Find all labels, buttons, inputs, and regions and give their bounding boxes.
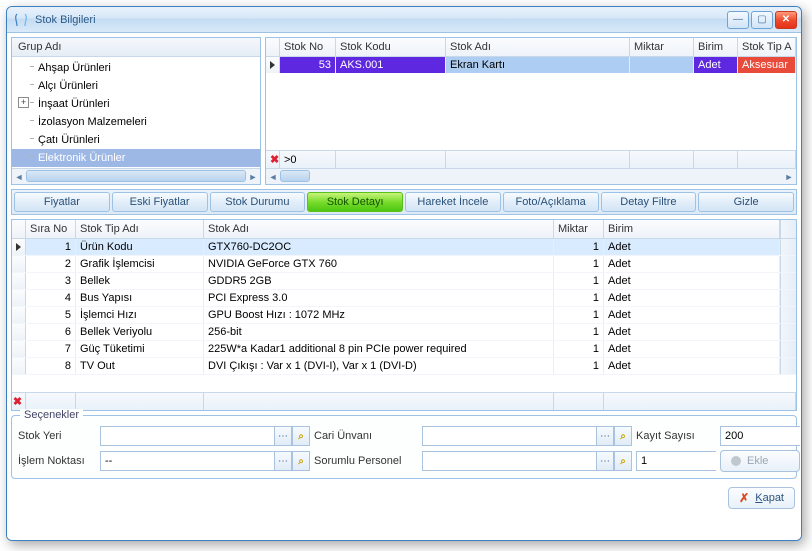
stok-yeri-input[interactable]: ⋯ ⌕	[100, 426, 310, 446]
col-stok-tip[interactable]: Stok Tip A	[738, 38, 796, 56]
kayit-sayisi-field[interactable]	[721, 427, 802, 445]
tab-hareket-i-ncele[interactable]: Hareket İncele	[405, 192, 501, 212]
detail-row[interactable]: 4Bus YapısıPCI Express 3.01Adet	[12, 290, 796, 307]
find-icon[interactable]: ⌕	[614, 451, 632, 471]
group-tree-panel: Grup Adı Ahşap ÜrünleriAlçı Ürünleriİnşa…	[11, 37, 261, 185]
close-icon: ✗	[739, 491, 749, 505]
detail-tabs: FiyatlarEski FiyatlarStok DurumuStok Det…	[11, 189, 797, 215]
col-stok-adi[interactable]: Stok Adı	[446, 38, 630, 56]
lbl-cari: Cari Ünvanı	[314, 430, 418, 442]
plus-icon	[731, 456, 741, 466]
tree-item[interactable]: Elektronik Ürünler	[12, 149, 260, 167]
dcol-sira[interactable]: Sıra No	[26, 220, 76, 238]
tree-item[interactable]: Alçı Ürünleri	[12, 77, 260, 95]
options-panel: Seçenekler Stok Yeri ⋯ ⌕ Cari Ünvanı ⋯ ⌕…	[11, 415, 797, 479]
stock-grid-hscroll[interactable]: ◄►	[266, 168, 796, 184]
tree-scrollbar[interactable]: ◄►	[12, 168, 260, 184]
detail-row[interactable]: 7Güç Tüketimi225W*a Kadar1 additional 8 …	[12, 341, 796, 358]
detail-row[interactable]: 5İşlemci HızıGPU Boost Hızı : 1072 MHz1A…	[12, 307, 796, 324]
detail-grid-footer[interactable]: ✖	[12, 392, 796, 410]
app-icon	[13, 12, 29, 28]
lookup-icon[interactable]: ⋯	[596, 451, 614, 471]
col-miktar[interactable]: Miktar	[630, 38, 694, 56]
dcol-tip[interactable]: Stok Tip Adı	[76, 220, 204, 238]
window-title: Stok Bilgileri	[35, 14, 727, 26]
lbl-sorumlu: Sorumlu Personel	[314, 455, 418, 467]
detail-row[interactable]: 6Bellek Veriyolu256-bit1Adet	[12, 324, 796, 341]
group-tree[interactable]: Ahşap ÜrünleriAlçı Ürünleriİnşaat Ürünle…	[12, 57, 260, 168]
filter-stok-no[interactable]: >0	[280, 151, 336, 168]
cari-input[interactable]: ⋯ ⌕	[422, 426, 632, 446]
stock-row[interactable]: 53AKS.001Ekran KartıAdetAksesuar	[266, 57, 796, 73]
stock-grid-body[interactable]: 53AKS.001Ekran KartıAdetAksesuar	[266, 57, 796, 150]
stok-yeri-field[interactable]	[100, 426, 274, 446]
ekle-label: Ekle	[747, 455, 768, 467]
find-icon[interactable]: ⌕	[292, 451, 310, 471]
dcol-adi[interactable]: Stok Adı	[204, 220, 554, 238]
detail-row[interactable]: 1Ürün KoduGTX760-DC2OC1Adet	[12, 239, 796, 256]
filter-clear-icon[interactable]: ✖	[270, 153, 279, 166]
find-icon[interactable]: ⌕	[614, 426, 632, 446]
ekle-button[interactable]: Ekle	[720, 450, 800, 472]
sorumlu-field[interactable]	[422, 451, 596, 471]
dcol-birim[interactable]: Birim	[604, 220, 780, 238]
tab-fiyatlar[interactable]: Fiyatlar	[14, 192, 110, 212]
islem-field[interactable]	[100, 451, 274, 471]
col-stok-kodu[interactable]: Stok Kodu	[336, 38, 446, 56]
tree-item[interactable]: İnşaat Ürünleri	[12, 95, 260, 113]
lbl-islem: İşlem Noktası	[18, 455, 96, 467]
detail-row[interactable]: 3BellekGDDR5 2GB1Adet	[12, 273, 796, 290]
tree-item[interactable]: Ahşap Ürünleri	[12, 59, 260, 77]
detail-row[interactable]: 8TV OutDVI Çıkışı : Var x 1 (DVI-I), Var…	[12, 358, 796, 375]
lbl-stok-yeri: Stok Yeri	[18, 430, 96, 442]
page-spin[interactable]: ▲▼	[636, 451, 716, 471]
stock-grid-panel: Stok No Stok Kodu Stok Adı Miktar Birim …	[265, 37, 797, 185]
col-stok-no[interactable]: Stok No	[280, 38, 336, 56]
lookup-icon[interactable]: ⋯	[596, 426, 614, 446]
maximize-button[interactable]: ▢	[751, 11, 773, 29]
find-icon[interactable]: ⌕	[292, 426, 310, 446]
islem-input[interactable]: ⋯ ⌕	[100, 451, 310, 471]
app-window: Stok Bilgileri — ▢ ✕ Grup Adı Ahşap Ürün…	[6, 6, 802, 541]
options-legend: Seçenekler	[20, 409, 83, 421]
detail-row[interactable]: 2Grafik İşlemcisiNVIDIA GeForce GTX 7601…	[12, 256, 796, 273]
tab-gizle[interactable]: Gizle	[698, 192, 794, 212]
tree-item[interactable]: İzolasyon Malzemeleri	[12, 113, 260, 131]
stock-grid-header[interactable]: Stok No Stok Kodu Stok Adı Miktar Birim …	[266, 38, 796, 57]
cari-field[interactable]	[422, 426, 596, 446]
kapat-label: Kapat	[755, 492, 784, 504]
titlebar[interactable]: Stok Bilgileri — ▢ ✕	[7, 7, 801, 33]
minimize-button[interactable]: —	[727, 11, 749, 29]
detail-filter-clear-icon[interactable]: ✖	[13, 395, 22, 408]
tab-detay-filtre[interactable]: Detay Filtre	[601, 192, 697, 212]
tab-stok-detay-[interactable]: Stok Detayı	[307, 192, 403, 212]
kayit-sayisi-spin[interactable]: ▲▼	[720, 426, 800, 446]
group-tree-header[interactable]: Grup Adı	[12, 38, 260, 57]
dcol-miktar[interactable]: Miktar	[554, 220, 604, 238]
tab-foto-a-klama[interactable]: Foto/Açıklama	[503, 192, 599, 212]
stock-grid-filter-row[interactable]: ✖ >0	[266, 150, 796, 168]
col-birim[interactable]: Birim	[694, 38, 738, 56]
detail-grid-panel: Sıra No Stok Tip Adı Stok Adı Miktar Bir…	[11, 219, 797, 411]
detail-grid-body[interactable]: 1Ürün KoduGTX760-DC2OC1Adet2Grafik İşlem…	[12, 239, 796, 392]
sorumlu-input[interactable]: ⋯ ⌕	[422, 451, 632, 471]
tree-item[interactable]: Çatı Ürünleri	[12, 131, 260, 149]
lookup-icon[interactable]: ⋯	[274, 451, 292, 471]
tab-eski-fiyatlar[interactable]: Eski Fiyatlar	[112, 192, 208, 212]
kapat-button[interactable]: ✗ Kapat	[728, 487, 795, 509]
lookup-icon[interactable]: ⋯	[274, 426, 292, 446]
detail-grid-header[interactable]: Sıra No Stok Tip Adı Stok Adı Miktar Bir…	[12, 220, 796, 239]
tab-stok-durumu[interactable]: Stok Durumu	[210, 192, 306, 212]
lbl-kayit: Kayıt Sayısı	[636, 430, 716, 442]
window-close-button[interactable]: ✕	[775, 11, 797, 29]
